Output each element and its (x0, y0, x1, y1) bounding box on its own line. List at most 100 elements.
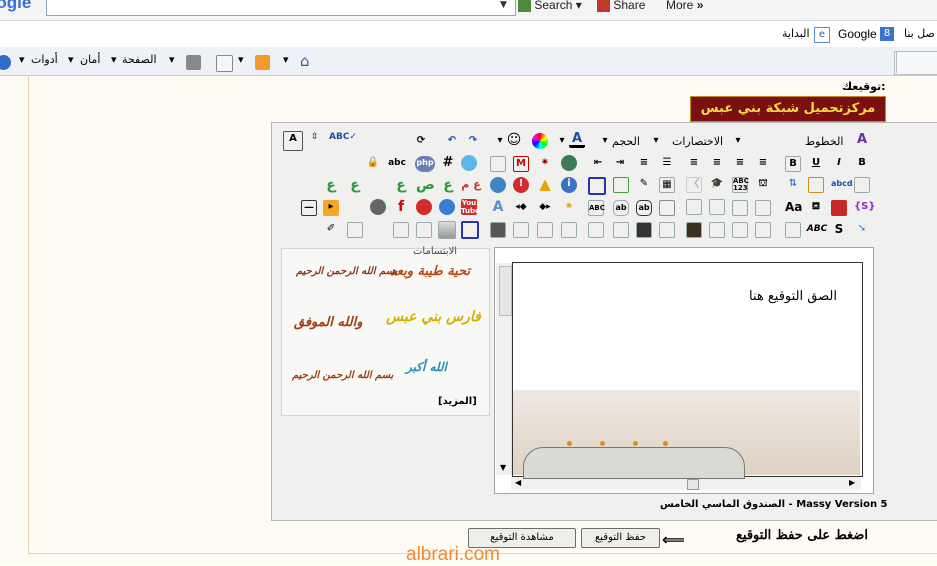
outdent-icon[interactable]: ⇤ (590, 156, 606, 172)
image-thumb-icon-12[interactable] (686, 222, 702, 238)
text-color-icon[interactable]: A (569, 132, 585, 148)
mortarboard-icon[interactable]: 🎓 (709, 177, 725, 193)
favorites-home-link[interactable]: البداية (782, 27, 810, 40)
layout-icon[interactable] (732, 200, 748, 216)
image-thumb-icon-5[interactable] (513, 222, 529, 238)
font-size-aa-icon[interactable]: Aa (785, 200, 802, 216)
abc-shadow-icon[interactable]: ABC (806, 222, 828, 238)
tools-menu[interactable]: أدوات (31, 53, 58, 66)
brush-icon[interactable]: ✐ (323, 222, 339, 238)
php-icon[interactable]: php (415, 156, 435, 172)
framed-table-icon[interactable] (659, 200, 675, 216)
abc-123-icon[interactable]: ABC 123 (732, 177, 749, 193)
braces-icon[interactable]: {S} (854, 200, 875, 216)
text-effect-icon[interactable]: A (490, 200, 506, 216)
flash-player-icon[interactable]: f (393, 200, 409, 216)
feeds-dropdown[interactable]: ▾ (238, 53, 244, 66)
refresh-icon[interactable]: ⟳ (413, 134, 429, 150)
align-center-icon[interactable]: ≡ (732, 156, 748, 172)
red-image-icon[interactable] (831, 200, 847, 216)
rss-feed-icon[interactable] (255, 55, 270, 70)
more-button[interactable]: More » (666, 0, 703, 14)
spellcheck-icon[interactable]: ABC✓ (329, 132, 357, 142)
sparkle-icon[interactable]: ✷ (561, 200, 577, 216)
print-dropdown[interactable]: ▾ (169, 53, 175, 66)
image-thumb-icon-7[interactable] (561, 222, 577, 238)
image-thumb-icon-10[interactable] (636, 222, 652, 238)
font-select[interactable]: الخطوط (805, 133, 843, 150)
arabic-ain-meem-icon[interactable]: ع م (461, 178, 481, 194)
safety-menu-dropdown[interactable]: ▾ (68, 53, 74, 66)
image-thumb-icon-13[interactable] (709, 222, 725, 238)
frame-border-icon[interactable] (808, 177, 824, 193)
youtube-icon[interactable]: You Tube (461, 199, 480, 215)
smilie-bismillah[interactable]: بسم الله الرحمن الرحيم (296, 266, 397, 277)
smilie-allah-almuwaffiq[interactable]: والله الموفق (294, 315, 363, 330)
info-icon[interactable]: i (561, 177, 577, 193)
abc-strikethrough-icon[interactable]: abc (387, 156, 407, 172)
marquee-left-icon[interactable]: ◂◆ (513, 200, 529, 216)
h-scrollbar-thumb[interactable] (687, 479, 699, 490)
color-dropdown[interactable]: ▾ (554, 134, 570, 150)
gradient-icon[interactable] (438, 221, 456, 239)
image-thumb-icon[interactable] (347, 222, 363, 238)
selected-image-icon[interactable] (461, 221, 479, 239)
home-dropdown[interactable]: ▾ (283, 53, 289, 66)
pen-icon[interactable]: ✎ (636, 177, 652, 193)
page-menu[interactable]: الصفحة (122, 53, 157, 66)
image-thumb-icon-15[interactable] (755, 222, 771, 238)
save-signature-button[interactable]: حفظ التوقيع (581, 528, 660, 548)
speech-bubble-icon[interactable] (461, 155, 477, 171)
globe-icon[interactable] (490, 177, 506, 193)
ab-box-icon[interactable]: ab (636, 200, 652, 216)
smilie-bismillah-2[interactable]: بسم الله الرحمن الرحيم (292, 370, 393, 381)
link-icon[interactable] (561, 155, 577, 171)
paint-bucket-icon[interactable]: ⛾ (808, 200, 824, 216)
ab-rounded-icon[interactable]: ab (613, 200, 629, 216)
arabic-ain-icon[interactable]: ع (323, 178, 339, 194)
italic-icon[interactable]: I (831, 156, 847, 172)
align-right-icon[interactable]: ≡ (709, 156, 725, 172)
arabic-ain-icon-3[interactable]: ع (393, 178, 409, 194)
more-smilies-link[interactable]: [المزيد] (438, 396, 477, 407)
undo-icon[interactable]: ↶ (444, 134, 460, 150)
google-logo[interactable]: oogle (0, 0, 31, 13)
favorites-contact-link[interactable]: صل بنا (904, 27, 935, 40)
pointer-icon[interactable]: ➘ (854, 222, 870, 238)
resize-arrows-icon[interactable]: ⇳ (311, 132, 319, 142)
print-icon[interactable] (186, 55, 201, 70)
image-thumb-icon-6[interactable] (537, 222, 553, 238)
image-frame-icon[interactable] (709, 199, 725, 215)
abcd-font-icon[interactable]: abcd (831, 177, 853, 193)
sort-arrows-icon[interactable]: ⇅ (785, 177, 801, 193)
size-dropdown[interactable]: ▾ (648, 134, 664, 150)
arabic-ain-icon-4[interactable]: ع (440, 178, 456, 194)
bullet-list-icon[interactable]: ☰ (659, 156, 675, 172)
page-menu-dropdown[interactable]: ▾ (111, 53, 117, 66)
quicktime-blue-icon[interactable] (439, 199, 455, 215)
hash-icon[interactable]: # (440, 156, 456, 172)
quicktime-icon[interactable] (416, 199, 432, 215)
media-play-icon[interactable]: ▸ (323, 200, 339, 216)
image-thumb-icon-2[interactable] (393, 222, 409, 238)
image-thumb-icon-4[interactable] (490, 222, 506, 238)
image-thumb-icon-11[interactable] (659, 222, 675, 238)
google-search-input[interactable] (46, 0, 516, 16)
scroll-right-icon[interactable]: ▶ (849, 478, 855, 487)
scroll-down-icon[interactable]: ▼ (500, 463, 506, 472)
flash-icon[interactable]: ✷ (537, 156, 553, 172)
image-thumb-icon-8[interactable] (588, 222, 604, 238)
share-button[interactable]: Share (597, 0, 645, 14)
marquee-right-icon[interactable]: ◆▸ (537, 200, 553, 216)
smilie-allahu-akbar[interactable]: الله أكبر (406, 360, 447, 374)
smilie-fares[interactable]: فارس بني عبس (386, 309, 481, 325)
image-thumb-icon-16[interactable] (785, 222, 801, 238)
safety-menu[interactable]: أمان (80, 53, 100, 66)
favorites-google-link[interactable]: Google (838, 27, 877, 41)
image-thumb-icon-9[interactable] (613, 222, 629, 238)
text-color-dropdown[interactable]: ▾ (597, 134, 613, 150)
email-icon[interactable]: M (513, 156, 529, 172)
shortcuts-select[interactable]: الاختصارات (672, 133, 723, 150)
table-icon[interactable]: ▦ (659, 177, 675, 193)
document-icon[interactable] (686, 199, 702, 215)
